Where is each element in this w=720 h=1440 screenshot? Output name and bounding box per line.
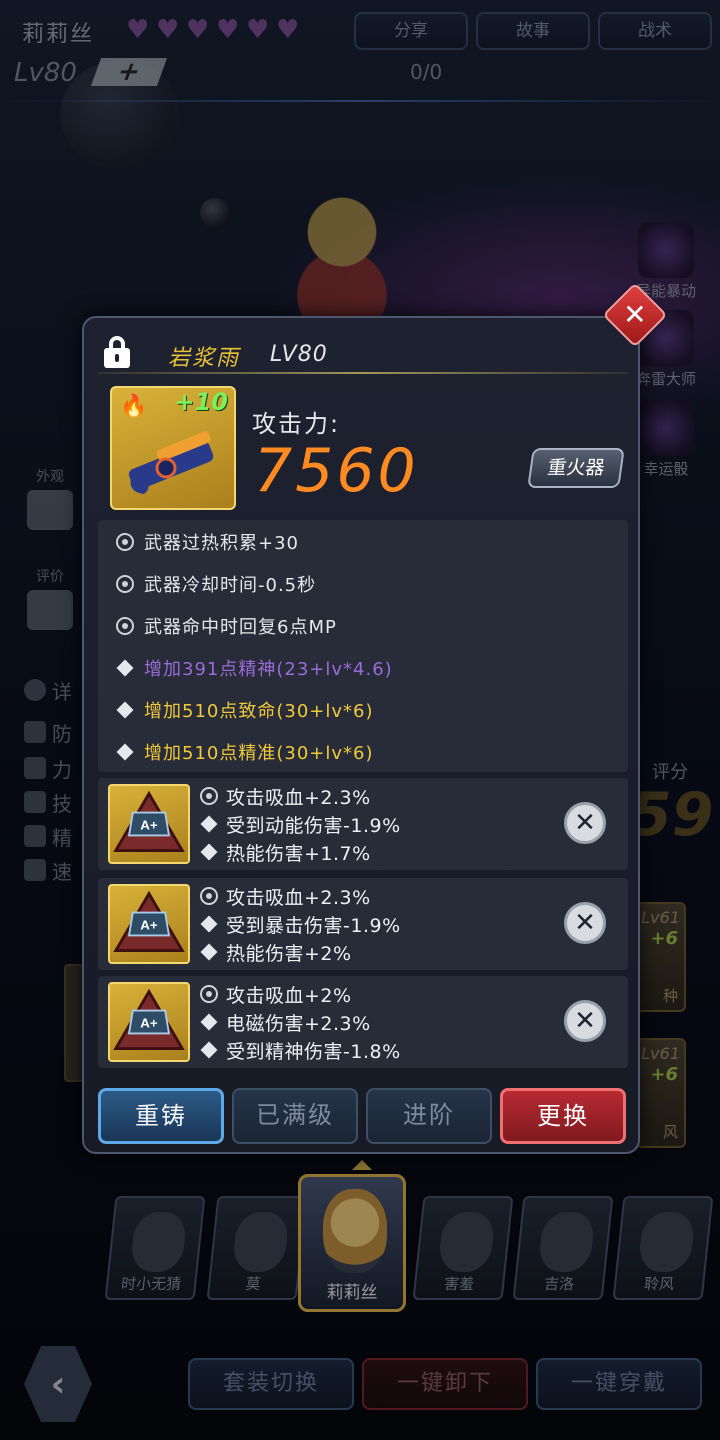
gem-stat-line: 受到动能伤害-1.9%: [200, 810, 560, 838]
enhance-level: +10: [174, 388, 228, 416]
attribute-row: 增加391点精神(23+lv*4.6): [116, 656, 393, 680]
gem-slot: A+ 攻击吸血+2% 电磁伤害+2.3% 受到精神伤害-1.8% ✕: [98, 976, 628, 1068]
svg-text:A+: A+: [140, 1016, 158, 1031]
gear-icon: [112, 613, 138, 639]
gun-icon: [128, 431, 214, 494]
attribute-row: 武器过热积累+30: [112, 529, 299, 555]
gem-stat-text: 攻击吸血+2.3%: [226, 786, 371, 809]
close-icon: ✕: [574, 908, 596, 938]
attack-label: 攻击力:: [252, 410, 341, 438]
gem-chip-icon: A+: [113, 988, 185, 1051]
attribute-row: 增加510点致命(30+lv*6): [116, 698, 374, 722]
close-icon: ✕: [574, 1006, 596, 1036]
diamond-icon: [200, 843, 218, 861]
title-divider: [98, 372, 628, 374]
diamond-icon: [200, 915, 218, 933]
weapon-level: LV80: [270, 342, 328, 367]
remove-gem-button[interactable]: ✕: [564, 902, 606, 944]
diamond-icon: [200, 1041, 218, 1059]
gem-chip-icon: A+: [113, 790, 185, 853]
gear-icon: [196, 981, 222, 1007]
attribute-row: 武器冷却时间-0.5秒: [112, 571, 317, 597]
advance-button[interactable]: 进阶: [366, 1088, 492, 1144]
gear-icon: [112, 571, 138, 597]
gem-stat-text: 攻击吸血+2%: [226, 984, 352, 1007]
close-icon: ✕: [623, 298, 647, 331]
gem-thumbnail[interactable]: A+: [108, 982, 190, 1062]
gem-stat-text: 电磁伤害+2.3%: [226, 1012, 371, 1035]
gem-slot: A+ 攻击吸血+2.3% 受到暴击伤害-1.9% 热能伤害+2% ✕: [98, 878, 628, 970]
lock-icon[interactable]: [104, 336, 130, 368]
gem-stat-text: 热能伤害+2%: [226, 942, 352, 965]
gem-stat-line: 热能伤害+1.7%: [200, 838, 560, 866]
gem-slot: A+ 攻击吸血+2.3% 受到动能伤害-1.9% 热能伤害+1.7% ✕: [98, 778, 628, 870]
gear-icon: [196, 783, 222, 809]
weapon-thumbnail: 🔥 +10: [110, 386, 236, 510]
gear-icon: [196, 883, 222, 909]
gem-stat-text: 攻击吸血+2.3%: [226, 886, 371, 909]
attribute-text: 武器冷却时间-0.5秒: [144, 575, 317, 596]
gem-stat-text: 受到暴击伤害-1.9%: [226, 914, 401, 937]
svg-text:A+: A+: [140, 918, 158, 933]
gem-stat-line: 攻击吸血+2%: [196, 980, 560, 1008]
weapon-type-badge: 重火器: [527, 448, 625, 488]
gem-stat-line: 攻击吸血+2.3%: [196, 782, 560, 810]
gem-stats: 攻击吸血+2% 电磁伤害+2.3% 受到精神伤害-1.8%: [196, 980, 560, 1064]
diamond-icon: [200, 1013, 218, 1031]
gear-icon: [112, 529, 138, 555]
attribute-row: 武器命中时回复6点MP: [112, 613, 337, 639]
weapon-name: 岩浆雨: [168, 346, 241, 371]
gem-stat-text: 受到动能伤害-1.9%: [226, 814, 401, 837]
svg-text:A+: A+: [140, 818, 158, 833]
attribute-text: 增加391点精神(23+lv*4.6): [144, 659, 393, 680]
gem-stat-line: 受到暴击伤害-1.9%: [200, 910, 560, 938]
gem-stat-text: 热能伤害+1.7%: [226, 842, 371, 865]
diamond-icon: [116, 701, 134, 719]
gem-thumbnail[interactable]: A+: [108, 884, 190, 964]
gem-stats: 攻击吸血+2.3% 受到暴击伤害-1.9% 热能伤害+2%: [196, 882, 560, 966]
gem-stat-text: 受到精神伤害-1.8%: [226, 1040, 401, 1063]
attribute-row: 增加510点精准(30+lv*6): [116, 740, 374, 764]
gem-stat-line: 热能伤害+2%: [200, 938, 560, 966]
attribute-text: 武器命中时回复6点MP: [144, 617, 337, 638]
gem-chip-icon: A+: [113, 890, 185, 953]
attribute-list: 武器过热积累+30 武器冷却时间-0.5秒 武器命中时回复6点MP 增加391点…: [98, 520, 628, 772]
gem-stat-line: 攻击吸血+2.3%: [196, 882, 560, 910]
diamond-icon: [200, 943, 218, 961]
remove-gem-button[interactable]: ✕: [564, 1000, 606, 1042]
gem-thumbnail[interactable]: A+: [108, 784, 190, 864]
replace-button[interactable]: 更换: [500, 1088, 626, 1144]
weapon-detail-modal: 岩浆雨 LV80 🔥 +10 攻击力: 7560 重火器 武器过热积累+30 武…: [82, 316, 640, 1154]
attribute-text: 增加510点致命(30+lv*6): [144, 701, 374, 722]
diamond-icon: [200, 815, 218, 833]
attribute-text: 武器过热积累+30: [144, 533, 299, 554]
attack-value: 7560: [254, 436, 419, 506]
max-level-button[interactable]: 已满级: [232, 1088, 358, 1144]
gem-stat-line: 电磁伤害+2.3%: [200, 1008, 560, 1036]
gem-stat-line: 受到精神伤害-1.8%: [200, 1036, 560, 1064]
attribute-text: 增加510点精准(30+lv*6): [144, 743, 374, 764]
diamond-icon: [116, 659, 134, 677]
gem-stats: 攻击吸血+2.3% 受到动能伤害-1.9% 热能伤害+1.7%: [196, 782, 560, 866]
close-icon: ✕: [574, 808, 596, 838]
diamond-icon: [116, 743, 134, 761]
reforge-button[interactable]: 重铸: [98, 1088, 224, 1144]
flame-icon: 🔥: [120, 394, 148, 419]
remove-gem-button[interactable]: ✕: [564, 802, 606, 844]
